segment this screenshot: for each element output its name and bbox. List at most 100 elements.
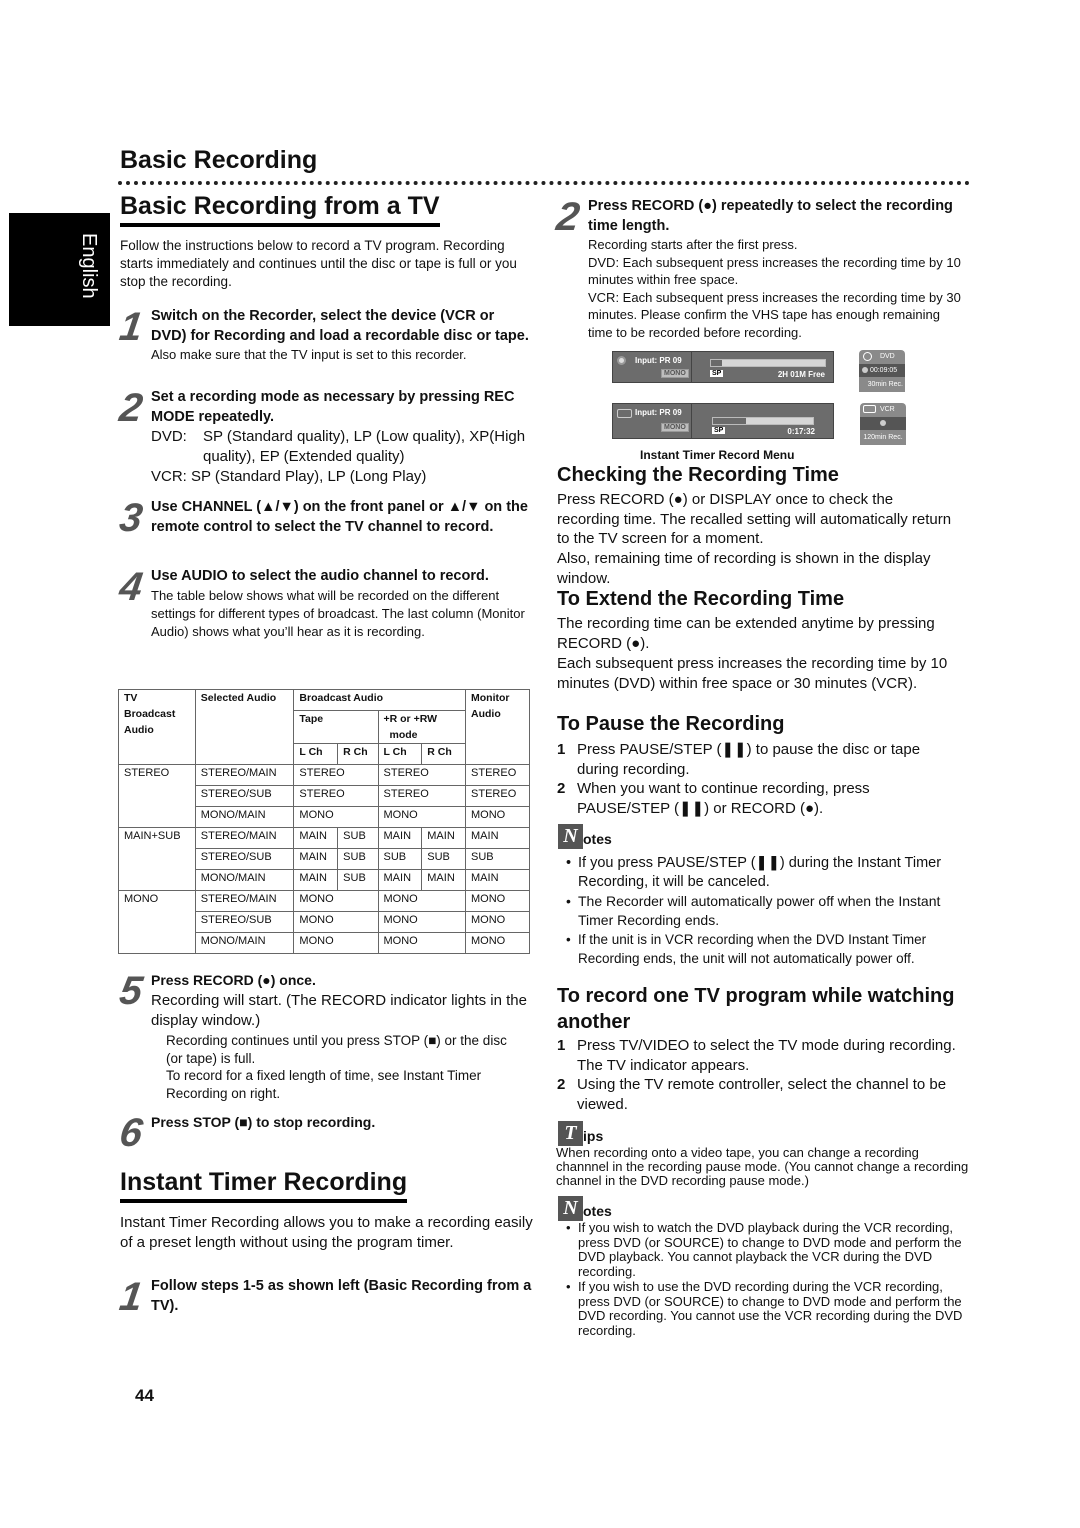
- cell-tape-rch: SUB: [337, 848, 379, 870]
- cell-selected-audio: MONO/MAIN: [194, 869, 295, 891]
- cell-broadcast: STEREO: [118, 764, 196, 828]
- cell-broadcast: MONO: [118, 890, 196, 954]
- checking-title: Checking the Recording Time: [557, 464, 839, 486]
- tips-label: ips: [583, 1128, 604, 1144]
- badge-title: VCR: [879, 406, 895, 413]
- osd-audio: MONO: [661, 369, 689, 378]
- cell-broadcast: MAIN+SUB: [118, 827, 196, 891]
- tape-icon: [863, 405, 876, 414]
- instant-intro: Instant Timer Recording allows you to ma…: [120, 1214, 533, 1251]
- table-row: STEREO STEREO/MAIN STEREO STEREO STEREO: [118, 764, 530, 828]
- step-heading: Switch on the Recorder, select the devic…: [151, 308, 529, 344]
- osd-status: 2H 01M Free: [777, 370, 825, 379]
- header-r-rw: +R or +RW mode: [377, 710, 467, 744]
- audio-table: TV Broadcast Audio Selected Audio Broadc…: [118, 689, 530, 954]
- step-heading: Set a recording mode as necessary by pre…: [151, 389, 515, 425]
- cell-rw: STEREO: [377, 764, 467, 786]
- step-heading: Press RECORD (●) once.: [151, 972, 316, 988]
- cell-monitor-audio: STEREO: [465, 764, 530, 786]
- section-title: Basic Recording: [120, 146, 318, 174]
- osd-audio: MONO: [661, 423, 689, 432]
- table-row: MONO STEREO/MAIN MONO MONO MONO: [118, 890, 530, 954]
- tips-icon: T: [558, 1121, 583, 1146]
- cell-tape-lch: MAIN: [293, 848, 339, 870]
- step-heading: Follow steps 1-5 as shown left (Basic Re…: [151, 1278, 532, 1314]
- extend-text-1: The recording time can be extended anyti…: [557, 615, 935, 652]
- cell-selected-audio: MONO/MAIN: [194, 806, 295, 828]
- header-selected-audio: Selected Audio: [194, 689, 295, 765]
- pause-step: 2 When you want to continue recording, pr…: [557, 780, 870, 817]
- header-tape: Tape: [293, 710, 379, 744]
- tape-icon: [617, 409, 632, 418]
- header-tape-rch: R Ch: [337, 743, 379, 765]
- header-tv-broadcast: TV Broadcast Audio: [118, 689, 196, 744]
- basic-recording-title: Basic Recording from a TV: [120, 192, 440, 227]
- notes-list-2: If you wish to watch the DVD playback du…: [560, 1220, 970, 1339]
- header-rw-lch: L Ch: [377, 743, 423, 765]
- left-title-wrap: Basic Recording from a TV: [120, 192, 440, 227]
- disc-icon: [617, 356, 626, 365]
- cell-monitor-audio: MONO: [465, 932, 530, 954]
- badge-time: 00:09:05: [869, 367, 898, 374]
- header-rw-rch: R Ch: [421, 743, 467, 765]
- osd-input: Input: PR 09: [635, 356, 682, 365]
- step-5: 5 Press RECORD (●) once. Recording will …: [117, 969, 535, 1031]
- disc-icon: [863, 351, 872, 361]
- cell-tape-lch: MAIN: [293, 827, 339, 849]
- note-item: If you press PAUSE/STEP (❚❚) during the …: [560, 854, 970, 892]
- step-number: 6: [116, 1111, 146, 1155]
- pause-steps: 1 Press PAUSE/STEP (❚❚) to pause the disc…: [557, 740, 957, 818]
- cell-selected-audio: STEREO/SUB: [194, 785, 295, 807]
- watch-steps: 1 Press TV/VIDEO to select the TV mode du…: [557, 1036, 967, 1114]
- tips-header: Tips: [558, 1121, 603, 1146]
- checking-text-1: Press RECORD (●) or DISPLAY once to chec…: [557, 491, 952, 547]
- osd-dvd-status-panel: SP 2H 01M Free: [691, 351, 834, 383]
- vcr-progress-fill: [713, 418, 746, 424]
- step-5-note-1: Recording continues until you press STOP…: [166, 1033, 507, 1066]
- cell-rw: STEREO: [377, 785, 467, 807]
- step-5-note-2: To record for a fixed length of time, se…: [166, 1068, 482, 1101]
- badge-title: DVD: [879, 353, 895, 360]
- step-number: 3: [116, 496, 146, 540]
- cell-rw: MONO: [377, 806, 467, 828]
- cell-monitor-audio: MONO: [465, 911, 530, 933]
- cell-rw: MONO: [377, 932, 467, 954]
- notes-icon: N: [558, 824, 583, 849]
- language-tab-label: English: [78, 233, 100, 299]
- step-line: VCR: Each subsequent press increases the…: [588, 289, 961, 340]
- cell-monitor-audio: MAIN: [465, 827, 530, 849]
- vcr-badge: VCR 120min Rec.: [860, 403, 906, 445]
- osd-vcr-status-panel: SP 0:17:32: [691, 403, 834, 439]
- step-2: 2 Set a recording mode as necessary by p…: [117, 386, 530, 487]
- cell-rw-rch: MAIN: [421, 869, 467, 891]
- header-spacer: [118, 743, 196, 765]
- cell-tape: MONO: [293, 911, 379, 933]
- cell-monitor-audio: MONO: [465, 806, 530, 828]
- dotted-divider: [118, 181, 970, 185]
- dvd-progress-bar: [710, 359, 826, 367]
- extend-title: To Extend the Recording Time: [557, 588, 845, 610]
- notes-list: If you press PAUSE/STEP (❚❚) during the …: [560, 854, 970, 968]
- pause-step: 1 Press PAUSE/STEP (❚❚) to pause the disc…: [557, 741, 921, 778]
- notes-header: Notes: [558, 824, 612, 849]
- record-dot-icon: [862, 367, 868, 374]
- step-body: Also make sure that the TV input is set …: [151, 347, 467, 362]
- instant-step-1: 1 Follow steps 1-5 as shown left (Basic …: [117, 1275, 535, 1319]
- dvd-modes-text: SP (Standard quality), LP (Low quality),…: [203, 428, 526, 465]
- step-1: 1 Switch on the Recorder, select the dev…: [117, 305, 530, 364]
- osd-caption: Instant Timer Record Menu: [640, 448, 795, 462]
- cell-tape-rch: SUB: [337, 869, 379, 891]
- cell-selected-audio: STEREO/MAIN: [194, 827, 295, 849]
- vcr-modes: VCR: SP (Standard Play), LP (Long Play): [151, 468, 427, 485]
- cell-tape: MONO: [293, 806, 379, 828]
- header-monitor-audio: Monitor Audio: [465, 689, 530, 765]
- header-tape-lch: L Ch: [293, 743, 339, 765]
- intro-text: Follow the instructions below to record …: [120, 238, 517, 289]
- step-6: 6 Press STOP (■) to stop recording.: [117, 1111, 530, 1155]
- osd-mode: SP: [712, 427, 726, 434]
- cell-rw-lch: MAIN: [377, 869, 423, 891]
- language-tab: English: [9, 213, 110, 326]
- cell-monitor-audio: MAIN: [465, 869, 530, 891]
- step-line: Recording starts after the first press.: [588, 237, 798, 252]
- step-heading: Press STOP (■) to stop recording.: [151, 1114, 376, 1130]
